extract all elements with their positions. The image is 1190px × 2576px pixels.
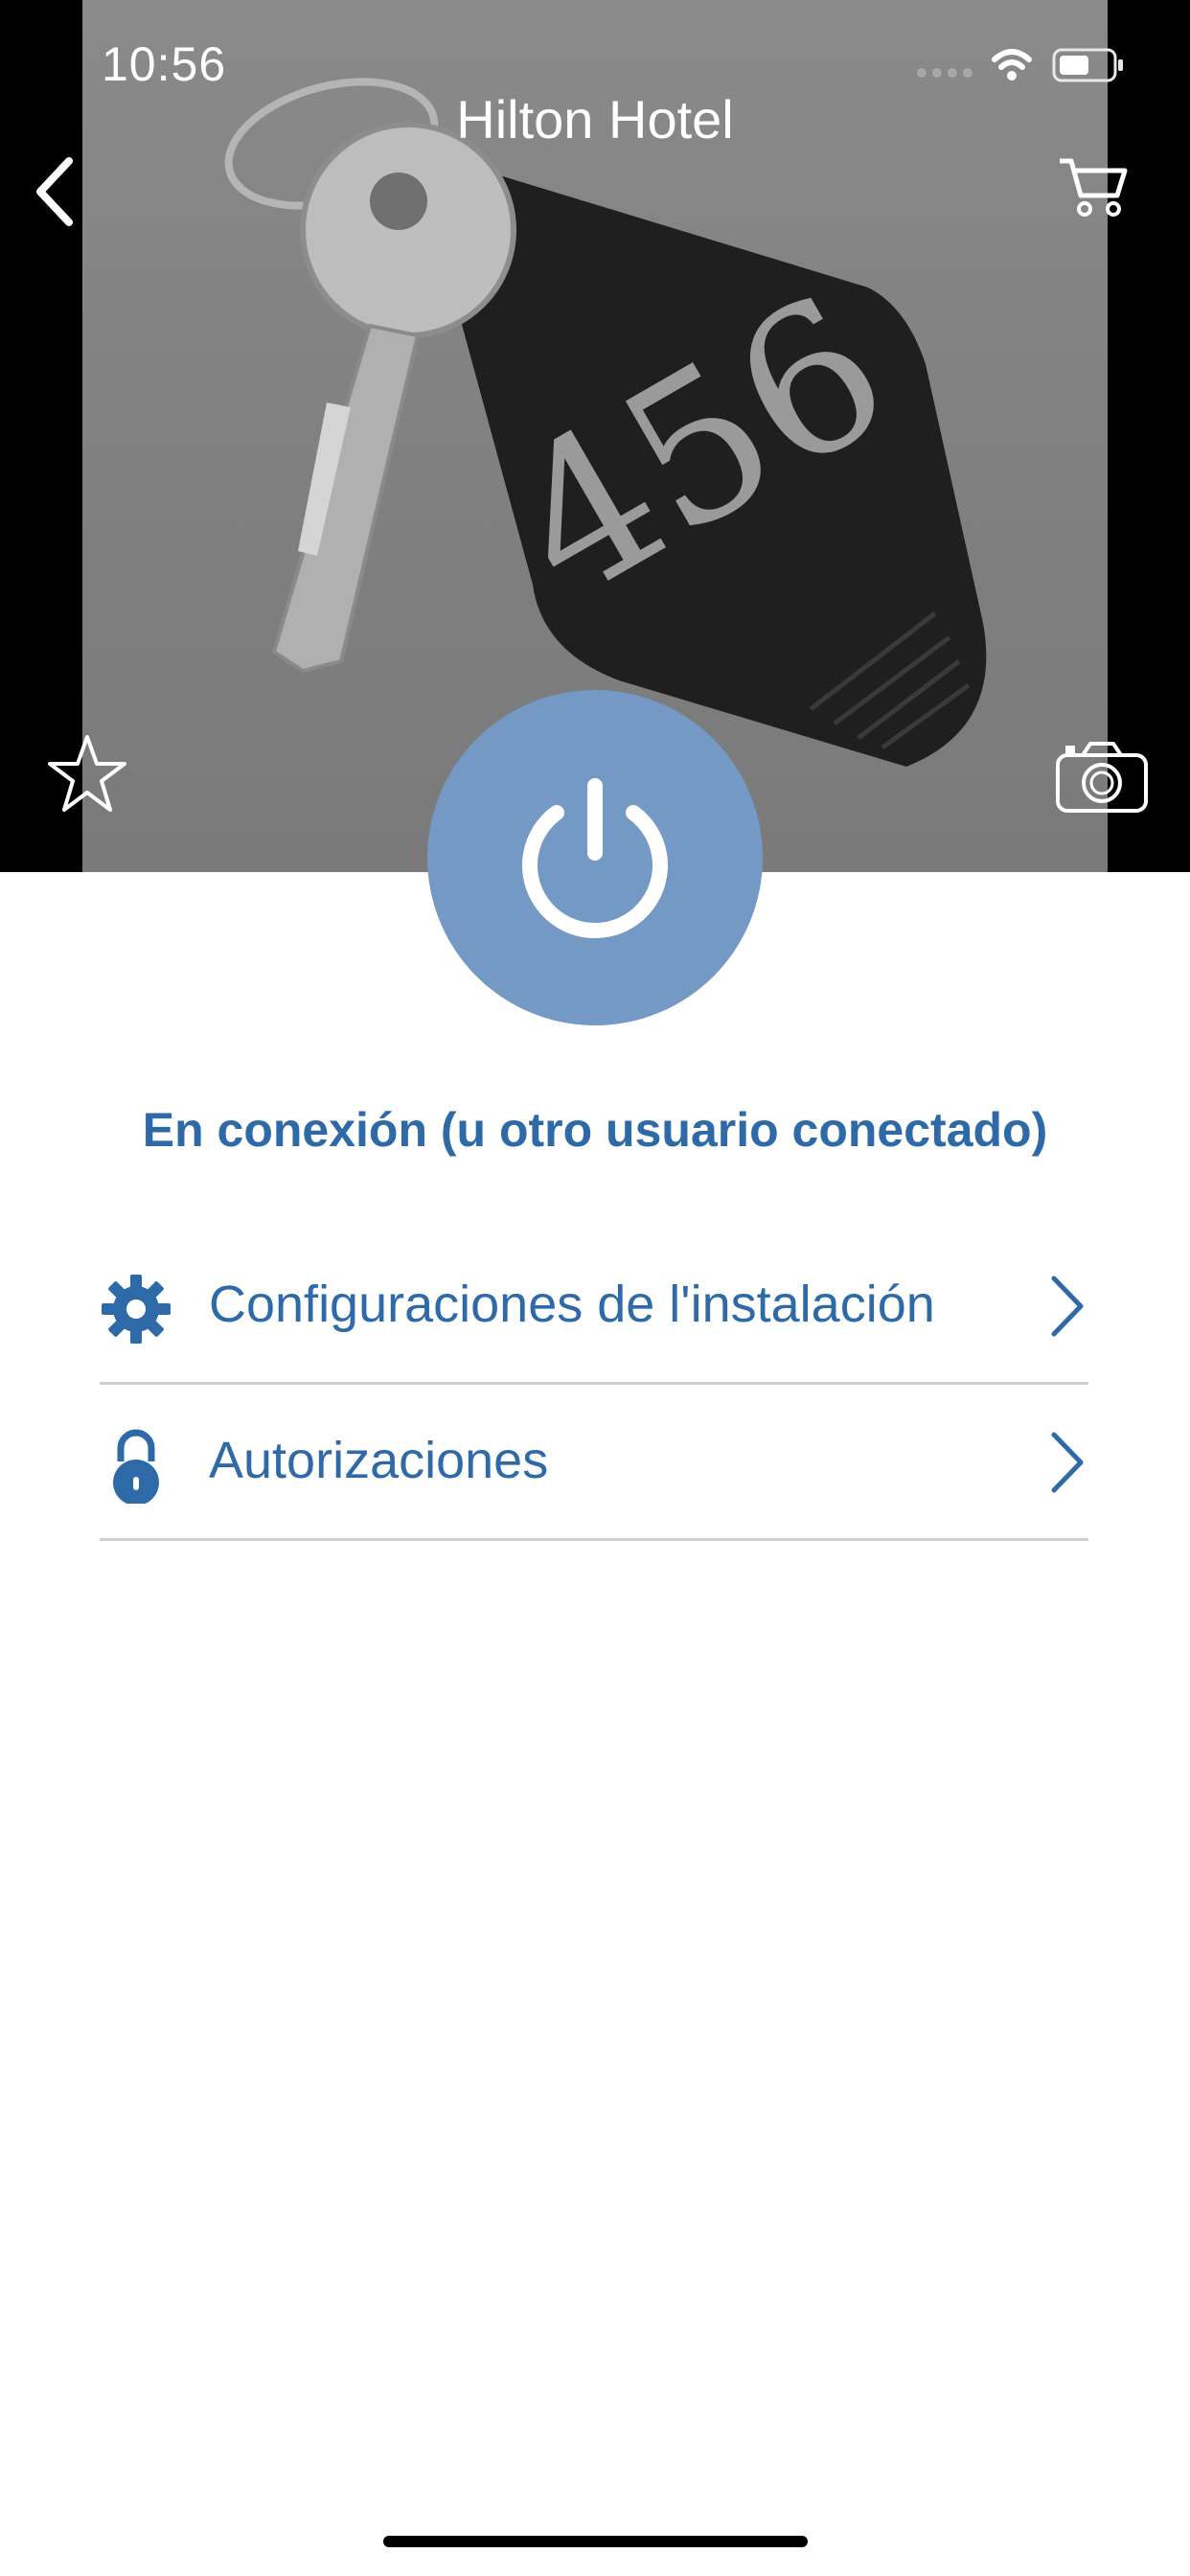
chevron-right-icon	[1051, 1276, 1084, 1337]
power-icon	[522, 778, 668, 938]
power-button[interactable]	[427, 690, 763, 1025]
page-title: Hilton Hotel	[456, 89, 734, 150]
menu-item-label: Configuraciones de l'instalación	[209, 1276, 935, 1333]
back-icon[interactable]	[29, 153, 86, 230]
favorite-star-icon[interactable]	[46, 733, 128, 816]
gear-icon	[102, 1275, 171, 1344]
lock-icon	[113, 1429, 159, 1504]
status-icons	[917, 48, 1123, 82]
home-indicator[interactable]	[383, 2536, 808, 2547]
connection-status: En conexión (u otro usuario conectado)	[142, 1103, 1048, 1157]
menu-item-label: Autorizaciones	[209, 1432, 549, 1489]
wifi-icon	[992, 49, 1032, 70]
chevron-right-icon	[1051, 1432, 1084, 1493]
menu-item-authorizations[interactable]: Autorizaciones	[100, 1385, 1088, 1541]
menu-item-installation-settings[interactable]: Configuraciones de l'instalación	[100, 1229, 1088, 1385]
cart-icon[interactable]	[1056, 153, 1133, 220]
status-time: 10:56	[102, 37, 227, 91]
battery-icon	[1052, 48, 1123, 82]
camera-icon[interactable]	[1054, 738, 1150, 815]
signal-icon	[917, 68, 973, 78]
